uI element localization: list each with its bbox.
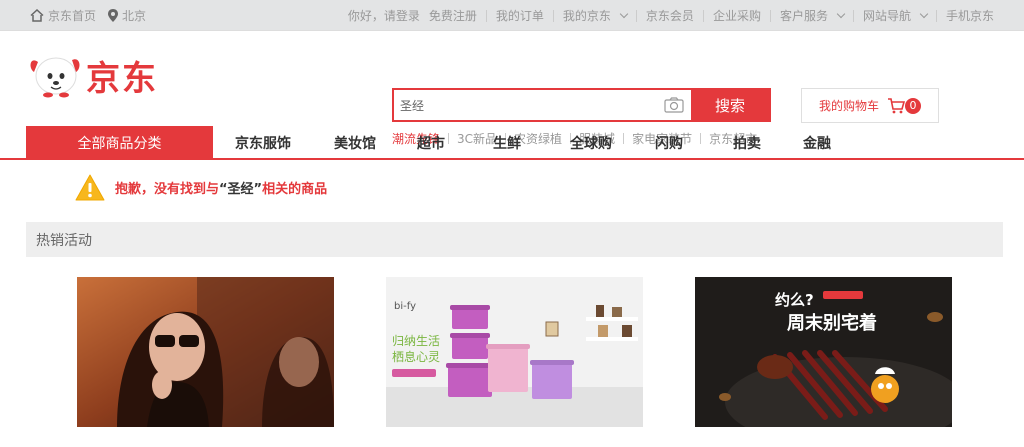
cart-button[interactable]: 我的购物车 0: [801, 88, 939, 123]
search-button[interactable]: 搜索: [691, 90, 769, 120]
promo-storage-brand: bi-fy: [394, 301, 416, 312]
location-label: 北京: [122, 9, 147, 23]
promo-bbq[interactable]: 约么? 周末别宅着: [695, 277, 952, 427]
jd-member-link[interactable]: 京东会员: [637, 7, 703, 24]
promo-bbq-headline-1: 约么?: [775, 291, 814, 309]
promo-storage-image: bi-fy 归纳生活 栖息心灵: [386, 277, 643, 427]
location-pin-icon: [108, 9, 119, 22]
shopping-cart-icon: [888, 97, 905, 113]
cart-label: 我的购物车: [818, 99, 879, 113]
warning-icon: [75, 174, 105, 200]
chevron-down-icon: [919, 9, 929, 18]
nav-item-global[interactable]: 全球购: [549, 126, 633, 160]
hot-activities-header: 热销活动: [26, 222, 1003, 257]
notice-text-before: 抱歉，没有找到与: [115, 181, 220, 197]
register-link[interactable]: 免费注册: [429, 7, 486, 24]
nav-item-finance[interactable]: 金融: [789, 126, 845, 160]
nav-item-auction[interactable]: 拍卖: [705, 126, 789, 160]
notice-text-after: 相关的商品: [262, 181, 328, 197]
customer-service-label: 客户服务: [779, 9, 828, 23]
customer-service-link[interactable]: 客户服务: [771, 7, 853, 24]
all-categories-button[interactable]: 全部商品分类: [26, 126, 213, 160]
enterprise-link[interactable]: 企业采购: [704, 7, 770, 24]
camera-icon: [664, 97, 684, 113]
my-jd-link[interactable]: 我的京东: [554, 7, 636, 24]
notice-keyword: “圣经”: [219, 181, 263, 197]
my-orders-link[interactable]: 我的订单: [487, 7, 553, 24]
no-result-message: 抱歉，没有找到与“圣经”相关的商品: [115, 178, 327, 197]
home-label: 京东首页: [48, 9, 97, 23]
cart-count-badge: 0: [905, 97, 921, 114]
header: 京东 搜索 潮流先锋 3C新品 农资绿植 服装城 家电家装节 京东超市 我的购物…: [0, 31, 1024, 146]
promo-storage[interactable]: bi-fy 归纳生活 栖息心灵: [386, 277, 643, 427]
jd-dog-mascot-icon: [30, 57, 80, 97]
my-jd-label: 我的京东: [562, 9, 611, 23]
promo-row: bi-fy 归纳生活 栖息心灵 约么? 周末别宅着: [0, 277, 1024, 447]
location-selector[interactable]: 北京: [108, 7, 146, 24]
promo-storage-slogan-1: 归纳生活: [392, 334, 440, 348]
site-nav-link[interactable]: 网站导航: [854, 7, 936, 24]
promo-bbq-image: 约么? 周末别宅着: [695, 277, 952, 427]
nav-item-fashion[interactable]: 京东服饰: [213, 126, 313, 160]
home-icon: [30, 9, 44, 22]
image-search-button[interactable]: [657, 90, 691, 120]
promo-storage-slogan-2: 栖息心灵: [392, 349, 440, 364]
nav-item-fresh[interactable]: 生鲜: [465, 126, 549, 160]
login-link[interactable]: 你好，请登录: [339, 7, 429, 24]
promo-fashion[interactable]: [77, 277, 334, 427]
search-box: 搜索: [392, 88, 771, 122]
jd-brand-text: 京东: [86, 59, 158, 99]
chevron-down-icon: [836, 9, 846, 18]
nav-item-beauty[interactable]: 美妆馆: [313, 126, 397, 160]
search-input[interactable]: [394, 90, 657, 120]
chevron-down-icon: [619, 9, 629, 18]
site-nav-label: 网站导航: [862, 9, 911, 23]
home-link[interactable]: 京东首页: [30, 7, 96, 24]
promo-bbq-headline-2: 周末别宅着: [787, 312, 877, 334]
top-bar: 京东首页 北京 你好，请登录 免费注册 我的订单 我的京东 京东会员 企业采购 …: [0, 0, 1024, 31]
jd-logo[interactable]: 京东: [26, 51, 158, 100]
nav-item-supermarket[interactable]: 超市: [397, 126, 465, 160]
mobile-jd-link[interactable]: 手机京东: [937, 7, 994, 24]
no-result-notice: 抱歉，没有找到与“圣经”相关的商品: [75, 172, 327, 202]
main-nav: 全部商品分类 京东服饰 美妆馆 超市 生鲜 全球购 闪购 拍卖 金融: [0, 126, 1024, 160]
promo-fashion-image: [77, 277, 334, 427]
nav-item-flash-sale[interactable]: 闪购: [633, 126, 705, 160]
